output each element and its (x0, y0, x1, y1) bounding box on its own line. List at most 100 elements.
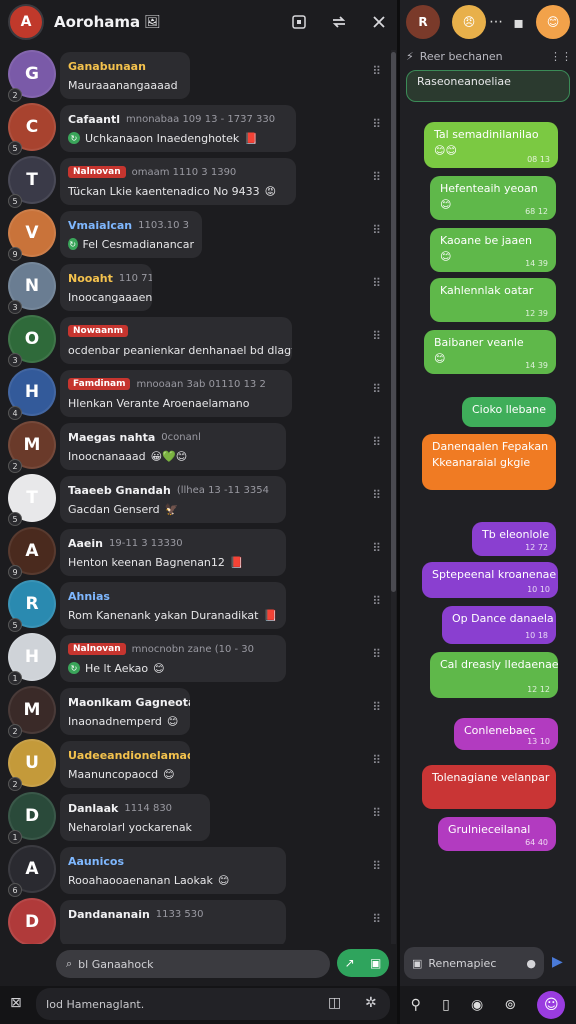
drag-handle-icon[interactable]: ⠿ (372, 594, 381, 608)
sync-icon[interactable] (329, 12, 349, 32)
compose-icon[interactable] (289, 12, 309, 32)
chat-message[interactable]: Baibaner veanle 😊 14 39 (424, 330, 556, 374)
avatar[interactable]: D (8, 898, 56, 946)
chat-row[interactable]: H 4 Famdinam mnooaan 3ab 01110 13 2 Hlenkan … (0, 368, 390, 420)
chat-message[interactable]: Danenqalen Fepakan Kkeanaraial gkgie (422, 434, 556, 490)
contact-avatar-2[interactable]: 😠 (452, 5, 486, 39)
drag-handle-icon[interactable]: ⠿ (372, 753, 381, 767)
chat-row[interactable]: U 2 Uadeeandionelamad Maanuncopaocd 😊 ⠿ (0, 739, 390, 791)
message-bubble[interactable]: Aaein 19-11 3 13330 Henton keenan Bagnenan… (60, 529, 286, 576)
more-icon[interactable]: ⋯ (489, 14, 503, 30)
chat-row[interactable]: D 1 Danlaak 1114 830 Neharolarl yockarenak ⠿ (0, 792, 390, 844)
chat-message[interactable]: Hefenteaih yeoan 😊 68 12 (430, 176, 556, 220)
drag-handle-icon[interactable]: ⠿ (372, 912, 381, 926)
contact-name: Aaunicos (68, 854, 124, 868)
drag-handle-icon[interactable]: ⠿ (372, 859, 381, 873)
chat-message[interactable]: Tolenagiane velanpar (422, 765, 556, 809)
close-icon[interactable] (369, 12, 389, 32)
chat-icon[interactable]: ◫ (328, 995, 341, 1011)
preview-text: Rooahaooaenanan Laokak (68, 873, 213, 887)
chat-row[interactable]: M 2 Maegas nahta 0conanl Inoocnanaaad 😀💚😊 ⠿ (0, 421, 390, 473)
inbox-icon[interactable]: ⊠ (10, 995, 22, 1011)
drag-handle-icon[interactable]: ⠿ (372, 64, 381, 78)
message-bubble[interactable]: Nowaanm ocdenbar peanienkar denhanael bd … (60, 317, 292, 364)
drag-handle-icon[interactable]: ⠿ (372, 117, 381, 131)
chat-row[interactable]: A 9 Aaein 19-11 3 13330 Henton keenan Bagnen… (0, 527, 390, 579)
grid-menu-icon[interactable]: ⋮⋮ (550, 50, 572, 63)
record-button-icon[interactable]: ⊚ (504, 997, 516, 1013)
message-bubble[interactable]: Danlaak 1114 830 Neharolarl yockarenak (60, 794, 210, 841)
drag-handle-icon[interactable]: ⠿ (372, 170, 381, 184)
row-header: Uadeeandionelamad (68, 747, 190, 763)
message-bubble[interactable]: Aaunicos Rooahaooaenanan Laokak 😊 (60, 847, 286, 894)
chat-message[interactable]: Grulnieceilanal 64 40 (438, 817, 556, 851)
pin-icon[interactable]: ⚲ (411, 997, 421, 1013)
drag-handle-icon[interactable]: ⠿ (372, 806, 381, 820)
chat-row[interactable]: N3Nooaht110 71Inoocangaaaen4😮⠿ (0, 262, 390, 314)
drag-handle-icon[interactable]: ⠿ (372, 223, 381, 237)
contact-avatar[interactable]: R (406, 5, 440, 39)
chat-message[interactable]: Tb eleonlole 12 72 (472, 522, 556, 556)
message-bubble[interactable]: Famdinam mnooaan 3ab 01110 13 2 Hlenkan Ve… (60, 370, 292, 417)
message-bubble[interactable]: Taaeeb Gnandah (llhea 13 -11 3354 Gacdan G… (60, 476, 286, 523)
reply-input[interactable]: ▣ Renemapiec ● (404, 947, 544, 979)
chat-row[interactable]: T 5 Nalnovan omaam 1110 3 1390 Tückan Lkie k… (0, 156, 390, 208)
chat-message[interactable]: Op Dance danaela 10 18 (442, 606, 556, 644)
chat-row[interactable]: O 3 Nowaanm ocdenbar peanienkar denhanael b… (0, 315, 390, 367)
message-text: Tal semadinilanilao (434, 128, 539, 141)
chat-row[interactable]: R 5 Ahnias Rom Kanenank yakan Duranadikat 📕 ⠿ (0, 580, 390, 632)
camera-icon[interactable]: ◉ (471, 997, 483, 1013)
drag-handle-icon[interactable]: ⠿ (372, 700, 381, 714)
row-header: Famdinam mnooaan 3ab 01110 13 2 (68, 376, 284, 392)
row-header: Dandananain 1133 530 (68, 906, 278, 922)
drag-handle-icon[interactable]: ⠿ (372, 435, 381, 449)
chat-row[interactable]: C 5 Cafaantl mnonabaa 109 13 - 1737 330 ↻ Uch… (0, 103, 390, 155)
chat-message[interactable]: Cioko llebane (462, 397, 556, 427)
drag-handle-icon[interactable]: ⠿ (372, 382, 381, 396)
back-icon[interactable]: ⚡ (406, 50, 414, 63)
new-chat-button[interactable]: ↗ ▣ (337, 949, 389, 977)
profile-avatar[interactable]: A (8, 4, 44, 40)
message-bubble[interactable]: Maegas nahta 0conanl Inoocnanaaad 😀💚😊 (60, 423, 286, 470)
chat-message[interactable]: Tal semadinilanilao 😊😊 08 13 (424, 122, 558, 168)
preview-text: Maanuncopaocd (68, 767, 159, 781)
drag-handle-icon[interactable]: ⠿ (372, 276, 381, 290)
user-avatar[interactable]: 😊 (536, 5, 570, 39)
emoji-button[interactable]: ☺ (537, 991, 566, 1019)
message-bubble[interactable]: Nooaht 110 71 Inoocangaaaen4😮 (60, 264, 152, 311)
message-bubble[interactable]: Nalnovan omaam 1110 3 1390 Tückan Lkie kae… (60, 158, 296, 205)
chat-message[interactable]: Kaoane be jaaen 😊 14 39 (430, 228, 556, 272)
chat-message[interactable]: Kahlennlak oatar 12 39 (430, 278, 556, 322)
attach-icon[interactable]: ▣ (412, 957, 422, 970)
chat-row[interactable]: H 1 Nalnovan mnocnobn zane (10 - 30 ↻ He lt A… (0, 633, 390, 685)
message-bubble[interactable]: Uadeeandionelamad Maanuncopaocd 😊 (60, 741, 190, 788)
message-text: Danenqalen Fepakan (432, 440, 549, 453)
message-bubble[interactable]: Dandananain 1133 530 (60, 900, 286, 946)
chat-row[interactable]: G 2 Ganabunaan Mauraaanangaaaad ⠿ (0, 50, 390, 102)
record-icon[interactable]: ● (526, 957, 536, 970)
search-input[interactable]: ⌕ bl Ganaahock (56, 950, 330, 978)
drag-handle-icon[interactable]: ⠿ (372, 329, 381, 343)
chat-row[interactable]: D Dandananain 1133 530 ⠿ (0, 898, 390, 946)
drag-handle-icon[interactable]: ⠿ (372, 488, 381, 502)
chat-row[interactable]: T 5 Taaeeb Gnandah (llhea 13 -11 3354 Gacdan… (0, 474, 390, 526)
message-bubble[interactable]: Cafaantl mnonabaa 109 13 - 1737 330 ↻ Uchka… (60, 105, 296, 152)
drag-handle-icon[interactable]: ⠿ (372, 541, 381, 555)
chat-message[interactable]: Cal dreasly lIedaenae 12 12 (430, 652, 558, 698)
doc-icon[interactable]: ▯ (442, 997, 450, 1013)
drag-handle-icon[interactable]: ⠿ (372, 647, 381, 661)
chat-row[interactable]: M 2 Maonlkam Gagneotar Inaonadnemperd 😊 ⠿ (0, 686, 390, 738)
chat-message[interactable]: Sptepeenal kroanenae 10 10 (422, 562, 558, 598)
message-bubble[interactable]: Maonlkam Gagneotar Inaonadnemperd 😊 (60, 688, 190, 735)
message-bubble[interactable]: Vmaialcan 1103.10 3 ↻ Fel Cesmadianancar (60, 211, 202, 258)
message-bubble[interactable]: Nalnovan mnocnobn zane (10 - 30 ↻ He lt Aek… (60, 635, 286, 682)
settings-icon[interactable]: ✲ (365, 995, 377, 1011)
scrollbar-thumb[interactable] (391, 52, 396, 592)
chat-row[interactable]: A 6 Aaunicos Rooahaooaenanan Laokak 😊 ⠿ (0, 845, 390, 897)
message-bubble[interactable]: Ahnias Rom Kanenank yakan Duranadikat 📕 (60, 582, 286, 629)
conversation-search[interactable]: Raseoneanoeliae (406, 70, 570, 102)
message-bubble[interactable]: Ganabunaan Mauraaanangaaaad (60, 52, 190, 99)
chat-message[interactable]: Conlenebaec 13 10 (454, 718, 558, 750)
chat-row[interactable]: V 9 Vmaialcan 1103.10 3 ↻ Fel Cesmadianancar ⠿ (0, 209, 390, 261)
send-icon[interactable]: ▶ (552, 954, 563, 970)
